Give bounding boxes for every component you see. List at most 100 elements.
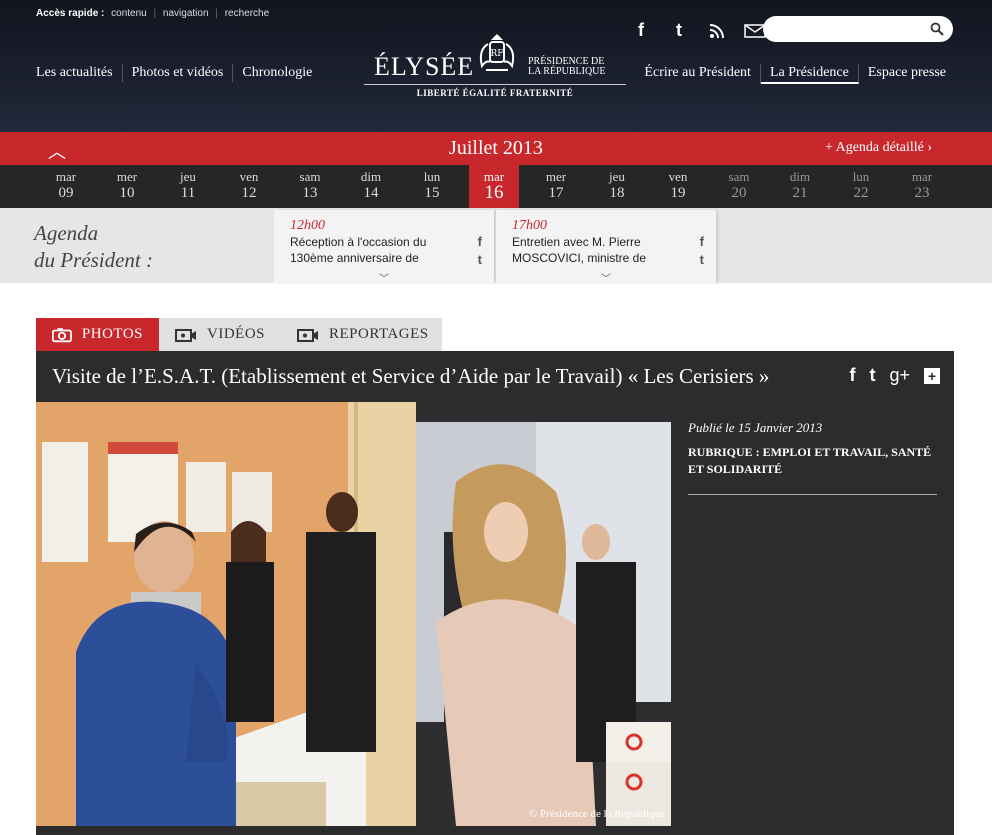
calendar-day[interactable]: dim 14	[346, 169, 396, 201]
event-text: Entretien avec M. Pierre MOSCOVICI, mini…	[512, 235, 647, 265]
calendar-day[interactable]: lun 22	[836, 169, 886, 201]
calendar-day-number: 16	[484, 182, 504, 203]
calendar-day-name: dim	[789, 169, 811, 184]
logo-motto: LIBERTÉ ÉGALITÉ FRATERNITÉ	[416, 88, 574, 98]
twitter-icon[interactable]: t	[700, 252, 704, 267]
agenda-event[interactable]: 17h00 Entretien avec M. Pierre MOSCOVICI…	[496, 210, 716, 285]
calendar-day[interactable]: jeu 18	[592, 169, 642, 201]
facebook-icon[interactable]: f	[849, 365, 855, 386]
nav-la-presidence[interactable]: La Présidence	[760, 64, 859, 84]
article-footer-bar	[36, 826, 954, 835]
tab-videos[interactable]: VIDÉOS	[159, 318, 281, 351]
calendar-day[interactable]: dim 21	[775, 169, 825, 201]
calendar-day-name: mer	[116, 169, 138, 184]
calendar-header: ︿ Juillet 2013 + Agenda détaillé ›	[0, 132, 992, 165]
calendar-day-number: 14	[363, 185, 379, 201]
twitter-icon[interactable]: t	[869, 365, 875, 386]
media-tabs: PHOTOS VIDÉOS REPORTAGES	[36, 318, 442, 351]
article-header: Visite de l’E.S.A.T. (Etablissement et S…	[36, 351, 954, 402]
facebook-icon[interactable]: f	[478, 234, 482, 249]
calendar-day-number: 17	[548, 185, 564, 201]
video-camera-icon	[297, 328, 318, 342]
agenda-event[interactable]: 12h00 Réception à l'occasion du 130ème a…	[274, 210, 494, 285]
calendar-day-name: dim	[360, 169, 382, 184]
calendar-days: mar 09 mer 10 jeu 11 ven 12 sam 13 dim 14 lun 15 mar 16…	[0, 165, 992, 215]
google-plus-icon[interactable]: g+	[889, 365, 910, 386]
quick-link-recherche[interactable]: recherche	[225, 8, 269, 19]
twitter-icon[interactable]: t	[478, 252, 482, 267]
main-nav-left: Les actualités Photos et vidéos Chronolo…	[36, 64, 312, 82]
search-input[interactable]	[775, 16, 935, 42]
rss-icon[interactable]	[706, 23, 728, 39]
calendar-day-name: jeu	[609, 169, 625, 184]
article-rubrique[interactable]: RUBRIQUE : EMPLOI ET TRAVAIL, SANTÉ ET S…	[688, 444, 943, 478]
svg-text:RF: RF	[490, 49, 503, 59]
calendar-day[interactable]: mar 23	[897, 169, 947, 201]
tab-photos[interactable]: PHOTOS	[36, 318, 159, 351]
article-title: Visite de l’E.S.A.T. (Etablissement et S…	[52, 364, 770, 388]
search-box	[763, 16, 953, 42]
nav-photos-videos[interactable]: Photos et vidéos	[123, 64, 234, 82]
calendar-day-name: lun	[423, 169, 441, 184]
calendar-day-name: ven	[239, 169, 259, 184]
photo-credit: © Présidence de la République	[528, 808, 665, 820]
facebook-icon[interactable]: f	[700, 234, 704, 249]
twitter-icon[interactable]: t	[668, 20, 690, 41]
plus-icon[interactable]: +	[924, 367, 940, 384]
quick-link-contenu[interactable]: contenu	[111, 8, 147, 19]
search-icon[interactable]	[930, 22, 944, 36]
event-time: 17h00	[512, 218, 547, 233]
event-text: Réception à l'occasion du 130ème anniver…	[290, 235, 427, 265]
logo-subtitle: PRÉSIDENCE DE LA RÉPUBLIQUE	[528, 56, 606, 77]
photo-illustration	[36, 402, 671, 826]
nav-chronologie[interactable]: Chronologie	[233, 64, 312, 82]
tab-reportages[interactable]: REPORTAGES	[281, 318, 445, 351]
header-social-links: f t	[630, 20, 766, 41]
calendar-day[interactable]: sam 13	[285, 169, 335, 201]
calendar-day[interactable]: sam 20	[714, 169, 764, 201]
calendar-day[interactable]: ven 12	[224, 169, 274, 201]
calendar-day[interactable]: ven 19	[653, 169, 703, 201]
agenda-detail-link[interactable]: + Agenda détaillé ›	[825, 140, 932, 156]
camera-icon	[52, 327, 72, 342]
main-nav-right: Écrire au Président La Présidence Espace…	[635, 64, 946, 84]
agenda-row: Agenda du Président : 12h00 Réception à l…	[0, 208, 992, 285]
calendar-day-number: 23	[914, 185, 930, 201]
calendar-day-name: lun	[852, 169, 870, 184]
quick-link-navigation[interactable]: navigation	[163, 8, 209, 19]
calendar-day-number: 20	[731, 185, 747, 201]
calendar-day-name: sam	[728, 169, 750, 184]
calendar-day-number: 10	[119, 185, 135, 201]
event-time: 12h00	[290, 218, 325, 233]
calendar-day[interactable]: mer 17	[531, 169, 581, 201]
article-photo[interactable]: © Présidence de la République	[36, 402, 671, 826]
elysee-logo[interactable]: RF ÉLYSÉE PRÉSIDENCE DE LA RÉPUBLIQUE LIB…	[364, 30, 626, 100]
calendar-day-number: 21	[792, 185, 808, 201]
chevron-down-icon[interactable]: ﹀	[379, 270, 389, 285]
nav-actualites[interactable]: Les actualités	[36, 64, 123, 82]
calendar-day-name: mar	[55, 169, 77, 184]
agenda-title: Agenda du Président :	[34, 221, 153, 272]
calendar-day-number: 19	[670, 185, 686, 201]
calendar-day-number: 11	[180, 185, 196, 201]
calendar-day[interactable]: jeu 11	[163, 169, 213, 201]
calendar-day-name: mer	[545, 169, 567, 184]
calendar-day-number: 09	[58, 185, 74, 201]
article-share: f t g+ +	[849, 365, 940, 386]
site-header: Accès rapide : contenu | navigation | re…	[0, 0, 992, 132]
calendar-day-number: 13	[302, 185, 318, 201]
facebook-icon[interactable]: f	[630, 20, 652, 41]
calendar-day[interactable]: lun 15	[407, 169, 457, 201]
republic-crest-icon: RF	[479, 34, 515, 71]
nav-espace-presse[interactable]: Espace presse	[859, 64, 946, 84]
logo-name: ÉLYSÉE	[374, 52, 475, 81]
calendar-day-number: 12	[241, 185, 257, 201]
quick-access: Accès rapide : contenu | navigation | re…	[36, 8, 270, 19]
calendar-day-name: ven	[668, 169, 688, 184]
calendar-day[interactable]: mar 09	[41, 169, 91, 201]
calendar-day-name: jeu	[180, 169, 196, 184]
article-sidebar: Publié le 15 Janvier 2013 RUBRIQUE : EMP…	[671, 402, 954, 826]
calendar-day[interactable]: mer 10	[102, 169, 152, 201]
chevron-down-icon[interactable]: ﹀	[601, 270, 611, 285]
nav-ecrire-president[interactable]: Écrire au Président	[635, 64, 761, 84]
